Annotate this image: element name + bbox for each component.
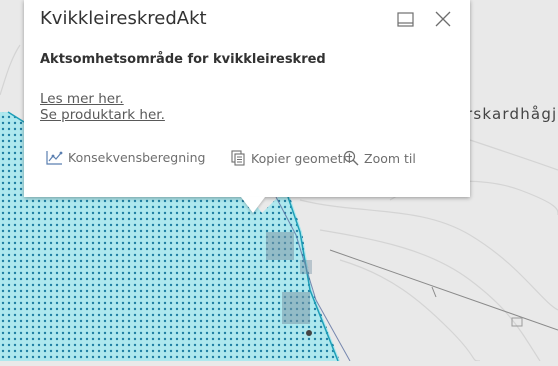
chart-line-icon [46,151,63,165]
copy-geometry-action[interactable]: Kopier geometri [231,150,351,166]
action-label: Zoom til [364,150,416,166]
popup-pointer [241,197,265,213]
popup-title: KvikkleireskredAkt [40,8,207,29]
read-more-link[interactable]: Les mer her. [40,91,124,107]
consequence-calc-action[interactable]: Konsekvensberegning [46,150,205,165]
action-label: Kopier geometri [251,150,352,166]
popup-heading: Aktsomhetsområde for kvikkleireskred [40,52,326,67]
building-shape [282,292,310,324]
map-place-label: rskardhågj [466,105,558,123]
zoom-to-action[interactable]: Zoom til [343,150,416,166]
dock-button[interactable] [395,10,417,30]
action-label: Konsekvensberegning [68,150,206,165]
building-shape [300,260,312,274]
close-button[interactable] [432,8,454,30]
building-shape [266,232,294,260]
copy-document-icon [231,150,245,166]
close-icon [435,11,451,27]
product-sheet-link[interactable]: Se produktark her. [40,107,165,123]
feature-popup: KvikkleireskredAkt Aktsomhetsområde for … [24,0,470,197]
zoom-in-icon [343,150,359,166]
map-point[interactable] [306,330,312,336]
dock-icon [397,12,414,27]
